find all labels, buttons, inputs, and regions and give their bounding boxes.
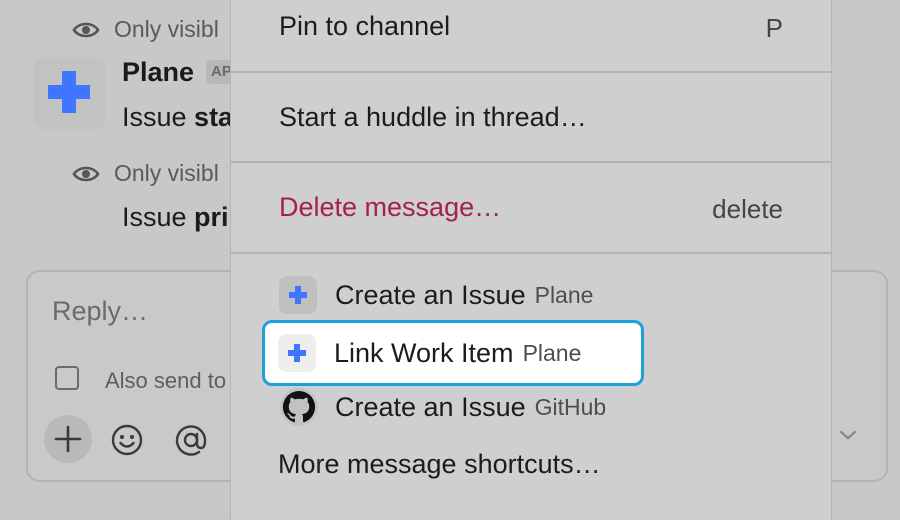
ephemeral-notice: Only visibl [72, 160, 219, 187]
ephemeral-notice: Only visibl [72, 16, 219, 43]
menu-divider [231, 252, 831, 254]
menu-item-delete-message[interactable]: Delete message… [279, 192, 501, 223]
menu-item-create-issue-plane[interactable]: Create an Issue Plane [279, 275, 593, 315]
ephemeral-text: Only visibl [114, 160, 219, 186]
plane-logo-icon [48, 71, 90, 113]
message-prefix: Issue [122, 102, 195, 132]
menu-item-pin-to-channel[interactable]: Pin to channel [279, 11, 450, 42]
attach-button[interactable] [44, 415, 92, 463]
plane-icon [278, 334, 316, 372]
shortcut-source: Plane [522, 339, 582, 366]
also-send-label: Also send to [105, 368, 227, 393]
plus-icon [54, 425, 82, 453]
shortcut-label: Create an Issue [335, 391, 526, 422]
avatar[interactable] [34, 57, 106, 129]
eye-icon [72, 22, 100, 37]
chevron-down-icon[interactable] [838, 428, 858, 442]
menu-divider [231, 71, 831, 73]
menu-item-create-issue-github[interactable]: Create an Issue GitHub [279, 387, 606, 427]
menu-item-link-work-item[interactable]: Link Work Item Plane [278, 333, 581, 373]
menu-shortcut-pin: P [765, 13, 783, 43]
message-actions-menu: Pin to channel P Start a huddle in threa… [230, 0, 832, 520]
github-icon [280, 388, 318, 426]
reply-input[interactable]: Reply… [52, 296, 148, 327]
menu-item-more-shortcuts[interactable]: More message shortcuts… [278, 449, 601, 480]
plane-icon [279, 276, 317, 314]
message-bold: sta [194, 102, 234, 132]
shortcut-label: Create an Issue [335, 279, 526, 310]
mention-icon[interactable] [173, 422, 209, 458]
message-prefix: Issue [122, 202, 195, 232]
also-send-checkbox[interactable] [55, 366, 79, 390]
shortcut-source: Plane [534, 281, 594, 308]
menu-divider [231, 161, 831, 163]
emoji-icon[interactable] [110, 423, 144, 457]
message-text: Issue sta [122, 102, 233, 133]
shortcut-label: Link Work Item [334, 337, 514, 368]
shortcut-source: GitHub [534, 393, 607, 420]
eye-icon [72, 166, 100, 181]
message-text: Issue pri [122, 202, 229, 233]
menu-shortcut-delete: delete [712, 194, 783, 224]
ephemeral-text: Only visibl [114, 16, 219, 42]
message-bold: pri [194, 202, 229, 232]
menu-item-start-huddle[interactable]: Start a huddle in thread… [279, 102, 587, 133]
sender-name[interactable]: Plane [122, 57, 194, 88]
